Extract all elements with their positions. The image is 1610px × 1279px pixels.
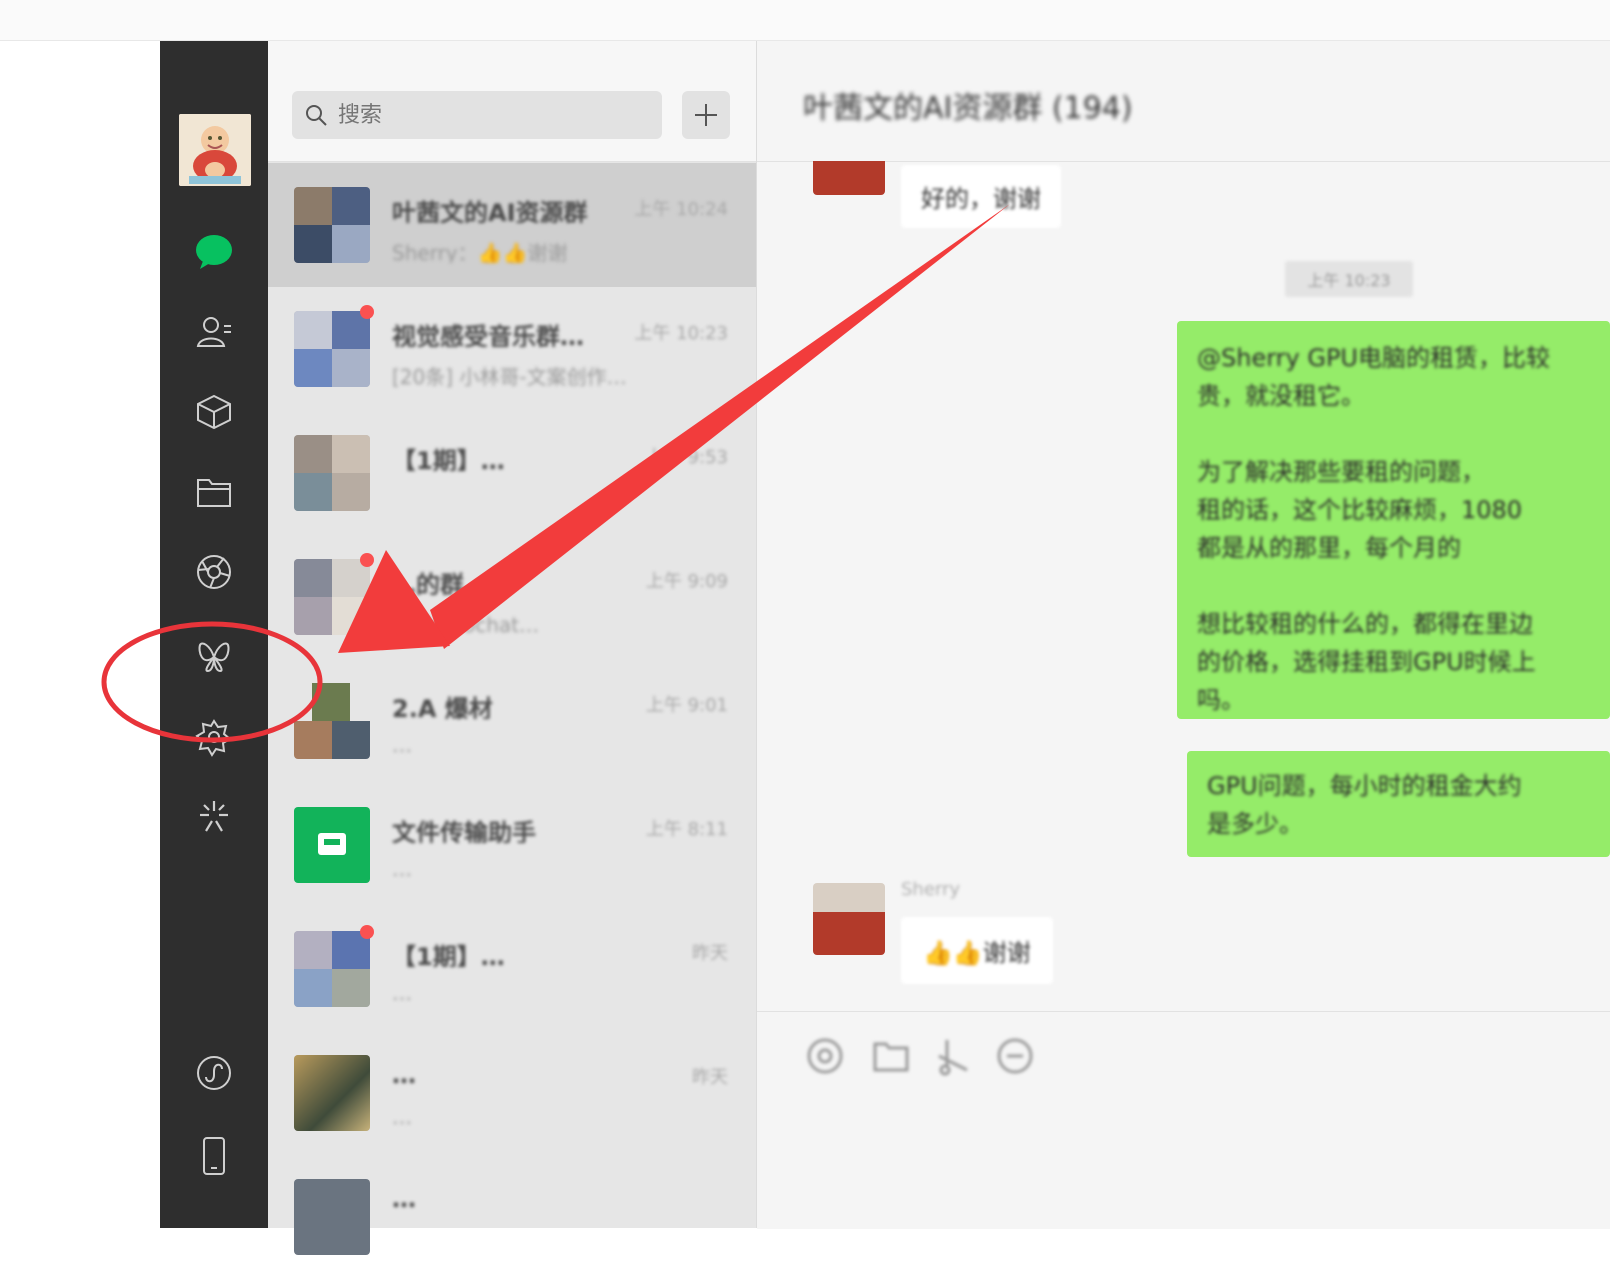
chat-list-column: 叶茜文的AI资源群 上午 10:24 Sherry：👍👍谢谢 视觉感受音乐群… … bbox=[268, 41, 757, 1255]
chat-avatar bbox=[294, 559, 370, 635]
chat-avatar bbox=[294, 1055, 370, 1131]
message-bubble: 好的，谢谢 bbox=[901, 165, 1061, 228]
message-line: 贵，就没租它。 bbox=[1197, 382, 1365, 410]
unread-dot bbox=[360, 305, 374, 319]
chat-preview: … bbox=[392, 981, 412, 1005]
chat-item[interactable]: …的群 上午 9:09 …管你cochat… bbox=[268, 535, 756, 659]
search-input[interactable] bbox=[336, 101, 640, 129]
time-chip: 上午 10:23 bbox=[1285, 261, 1413, 297]
chat-preview: … bbox=[392, 733, 412, 757]
chat-time: 上午 9:53 bbox=[645, 447, 728, 468]
sparkle-explore-icon[interactable] bbox=[189, 792, 239, 842]
chat-time: 上午 8:11 bbox=[645, 819, 728, 840]
chat-item[interactable]: … 昨天 … bbox=[268, 1031, 756, 1155]
chat-preview bbox=[392, 485, 692, 511]
sender-avatar[interactable] bbox=[813, 883, 885, 955]
chat-item[interactable]: … bbox=[268, 1155, 756, 1279]
message-line: 想比较租的什么的，都得在里边 bbox=[1197, 610, 1533, 638]
chat-item[interactable]: 2.A 爆材 上午 9:01 … bbox=[268, 659, 756, 783]
mini-programs-icon[interactable] bbox=[189, 1048, 239, 1098]
message-line: @Sherry GPU电脑的租赁，比较 bbox=[1197, 344, 1550, 372]
message-line: GPU问题，每小时的租金大约 bbox=[1207, 772, 1522, 800]
chat-name: 视觉感受音乐群… bbox=[392, 323, 584, 347]
chat-name: … bbox=[392, 1061, 416, 1089]
sender-avatar[interactable] bbox=[813, 161, 885, 195]
chat-time: 上午 10:24 bbox=[634, 199, 728, 220]
folder-icon[interactable] bbox=[871, 1036, 911, 1076]
message-line: 租的话，这个比较麻烦，1080 bbox=[1197, 496, 1523, 524]
chat-icon[interactable] bbox=[189, 227, 239, 277]
chat-name: 文件传输助手 bbox=[392, 819, 536, 843]
chat-preview: …管你cochat… bbox=[392, 613, 540, 635]
chat-time: 上午 9:01 bbox=[645, 695, 728, 716]
file-transfer-avatar bbox=[294, 807, 370, 883]
chat-item[interactable]: 【1期】… 昨天 … bbox=[268, 907, 756, 1031]
chat-avatar bbox=[294, 683, 370, 759]
message-line: 的价格，选得挂租到GPU时候上 bbox=[1197, 648, 1536, 676]
chat-preview: … bbox=[392, 1105, 412, 1129]
search-explore-icon[interactable] bbox=[189, 712, 239, 762]
chat-item[interactable]: 【1期】… 上午 9:53 bbox=[268, 411, 756, 535]
unread-dot bbox=[360, 925, 374, 939]
my-message-bubble: @Sherry GPU电脑的租赁，比较 贵，就没租它。 为了解决那些要租的问题，… bbox=[1177, 321, 1610, 719]
chat-preview: … bbox=[392, 857, 412, 881]
message-line: 是多少。 bbox=[1207, 810, 1303, 838]
sender-name: Sherry bbox=[901, 879, 961, 900]
chat-avatar bbox=[294, 1179, 370, 1255]
message-line: 为了解决那些要租的问题， bbox=[1197, 458, 1485, 486]
chat-name: … bbox=[392, 1185, 416, 1213]
search-box[interactable] bbox=[292, 91, 662, 139]
chat-history-icon[interactable] bbox=[995, 1036, 1035, 1076]
wechat-window: 叶茜文的AI资源群 上午 10:24 Sherry：👍👍谢谢 视觉感受音乐群… … bbox=[160, 41, 1610, 1255]
chat-time: 上午 9:09 bbox=[645, 571, 728, 592]
scissors-icon[interactable] bbox=[933, 1036, 973, 1076]
chat-name: …的群 bbox=[392, 571, 464, 595]
chat-preview: [20条] 小林哥-文案创作… bbox=[392, 365, 627, 387]
search-area bbox=[268, 41, 756, 162]
conversation-header: 叶茜文的AI资源群 (194) bbox=[757, 41, 1610, 162]
my-message-bubble: GPU问题，每小时的租金大约 是多少。 bbox=[1187, 751, 1610, 857]
unread-dot bbox=[360, 553, 374, 567]
emoji-icon[interactable] bbox=[805, 1036, 845, 1076]
conversation-pane: 叶茜文的AI资源群 (194) 好的，谢谢 上午 10:23 @Sherry G… bbox=[757, 41, 1610, 1229]
user-avatar[interactable] bbox=[179, 114, 251, 186]
moments-icon[interactable] bbox=[189, 547, 239, 597]
chat-item[interactable]: 文件传输助手 上午 8:11 … bbox=[268, 783, 756, 907]
message-bubble: 👍👍谢谢 bbox=[901, 917, 1053, 984]
chat-time: 昨天 bbox=[692, 1067, 728, 1088]
top-window-strip bbox=[0, 0, 1610, 41]
chat-avatar bbox=[294, 311, 370, 387]
chat-avatar bbox=[294, 435, 370, 511]
plus-icon bbox=[693, 102, 719, 128]
add-chat-button[interactable] bbox=[682, 91, 730, 139]
search-icon bbox=[304, 103, 328, 127]
chat-item[interactable]: 叶茜文的AI资源群 上午 10:24 Sherry：👍👍谢谢 bbox=[268, 163, 756, 287]
chat-name: 【1期】… bbox=[392, 943, 505, 967]
chat-time: 上午 10:23 bbox=[634, 323, 728, 344]
files-icon[interactable] bbox=[189, 467, 239, 517]
channels-icon[interactable] bbox=[189, 632, 239, 682]
contacts-icon[interactable] bbox=[189, 307, 239, 357]
chat-preview: Sherry：👍👍谢谢 bbox=[392, 241, 568, 263]
chat-avatar bbox=[294, 187, 370, 263]
chat-name: 叶茜文的AI资源群 bbox=[392, 199, 588, 223]
input-toolbar bbox=[757, 1011, 1610, 1229]
chat-avatar bbox=[294, 931, 370, 1007]
conversation-title: 叶茜文的AI资源群 (194) bbox=[803, 91, 1133, 126]
chat-name: 2.A 爆材 bbox=[392, 695, 493, 719]
chat-time: 昨天 bbox=[692, 943, 728, 964]
message-line: 吗。 bbox=[1197, 686, 1245, 714]
message-line: 都是从的那里，每个月的 bbox=[1197, 534, 1461, 562]
favorites-icon[interactable] bbox=[189, 387, 239, 437]
chat-item[interactable]: 视觉感受音乐群… 上午 10:23 [20条] 小林哥-文案创作… bbox=[268, 287, 756, 411]
sidebar-rail bbox=[160, 41, 268, 1228]
chat-name: 【1期】… bbox=[392, 447, 505, 471]
phone-icon[interactable] bbox=[189, 1131, 239, 1181]
